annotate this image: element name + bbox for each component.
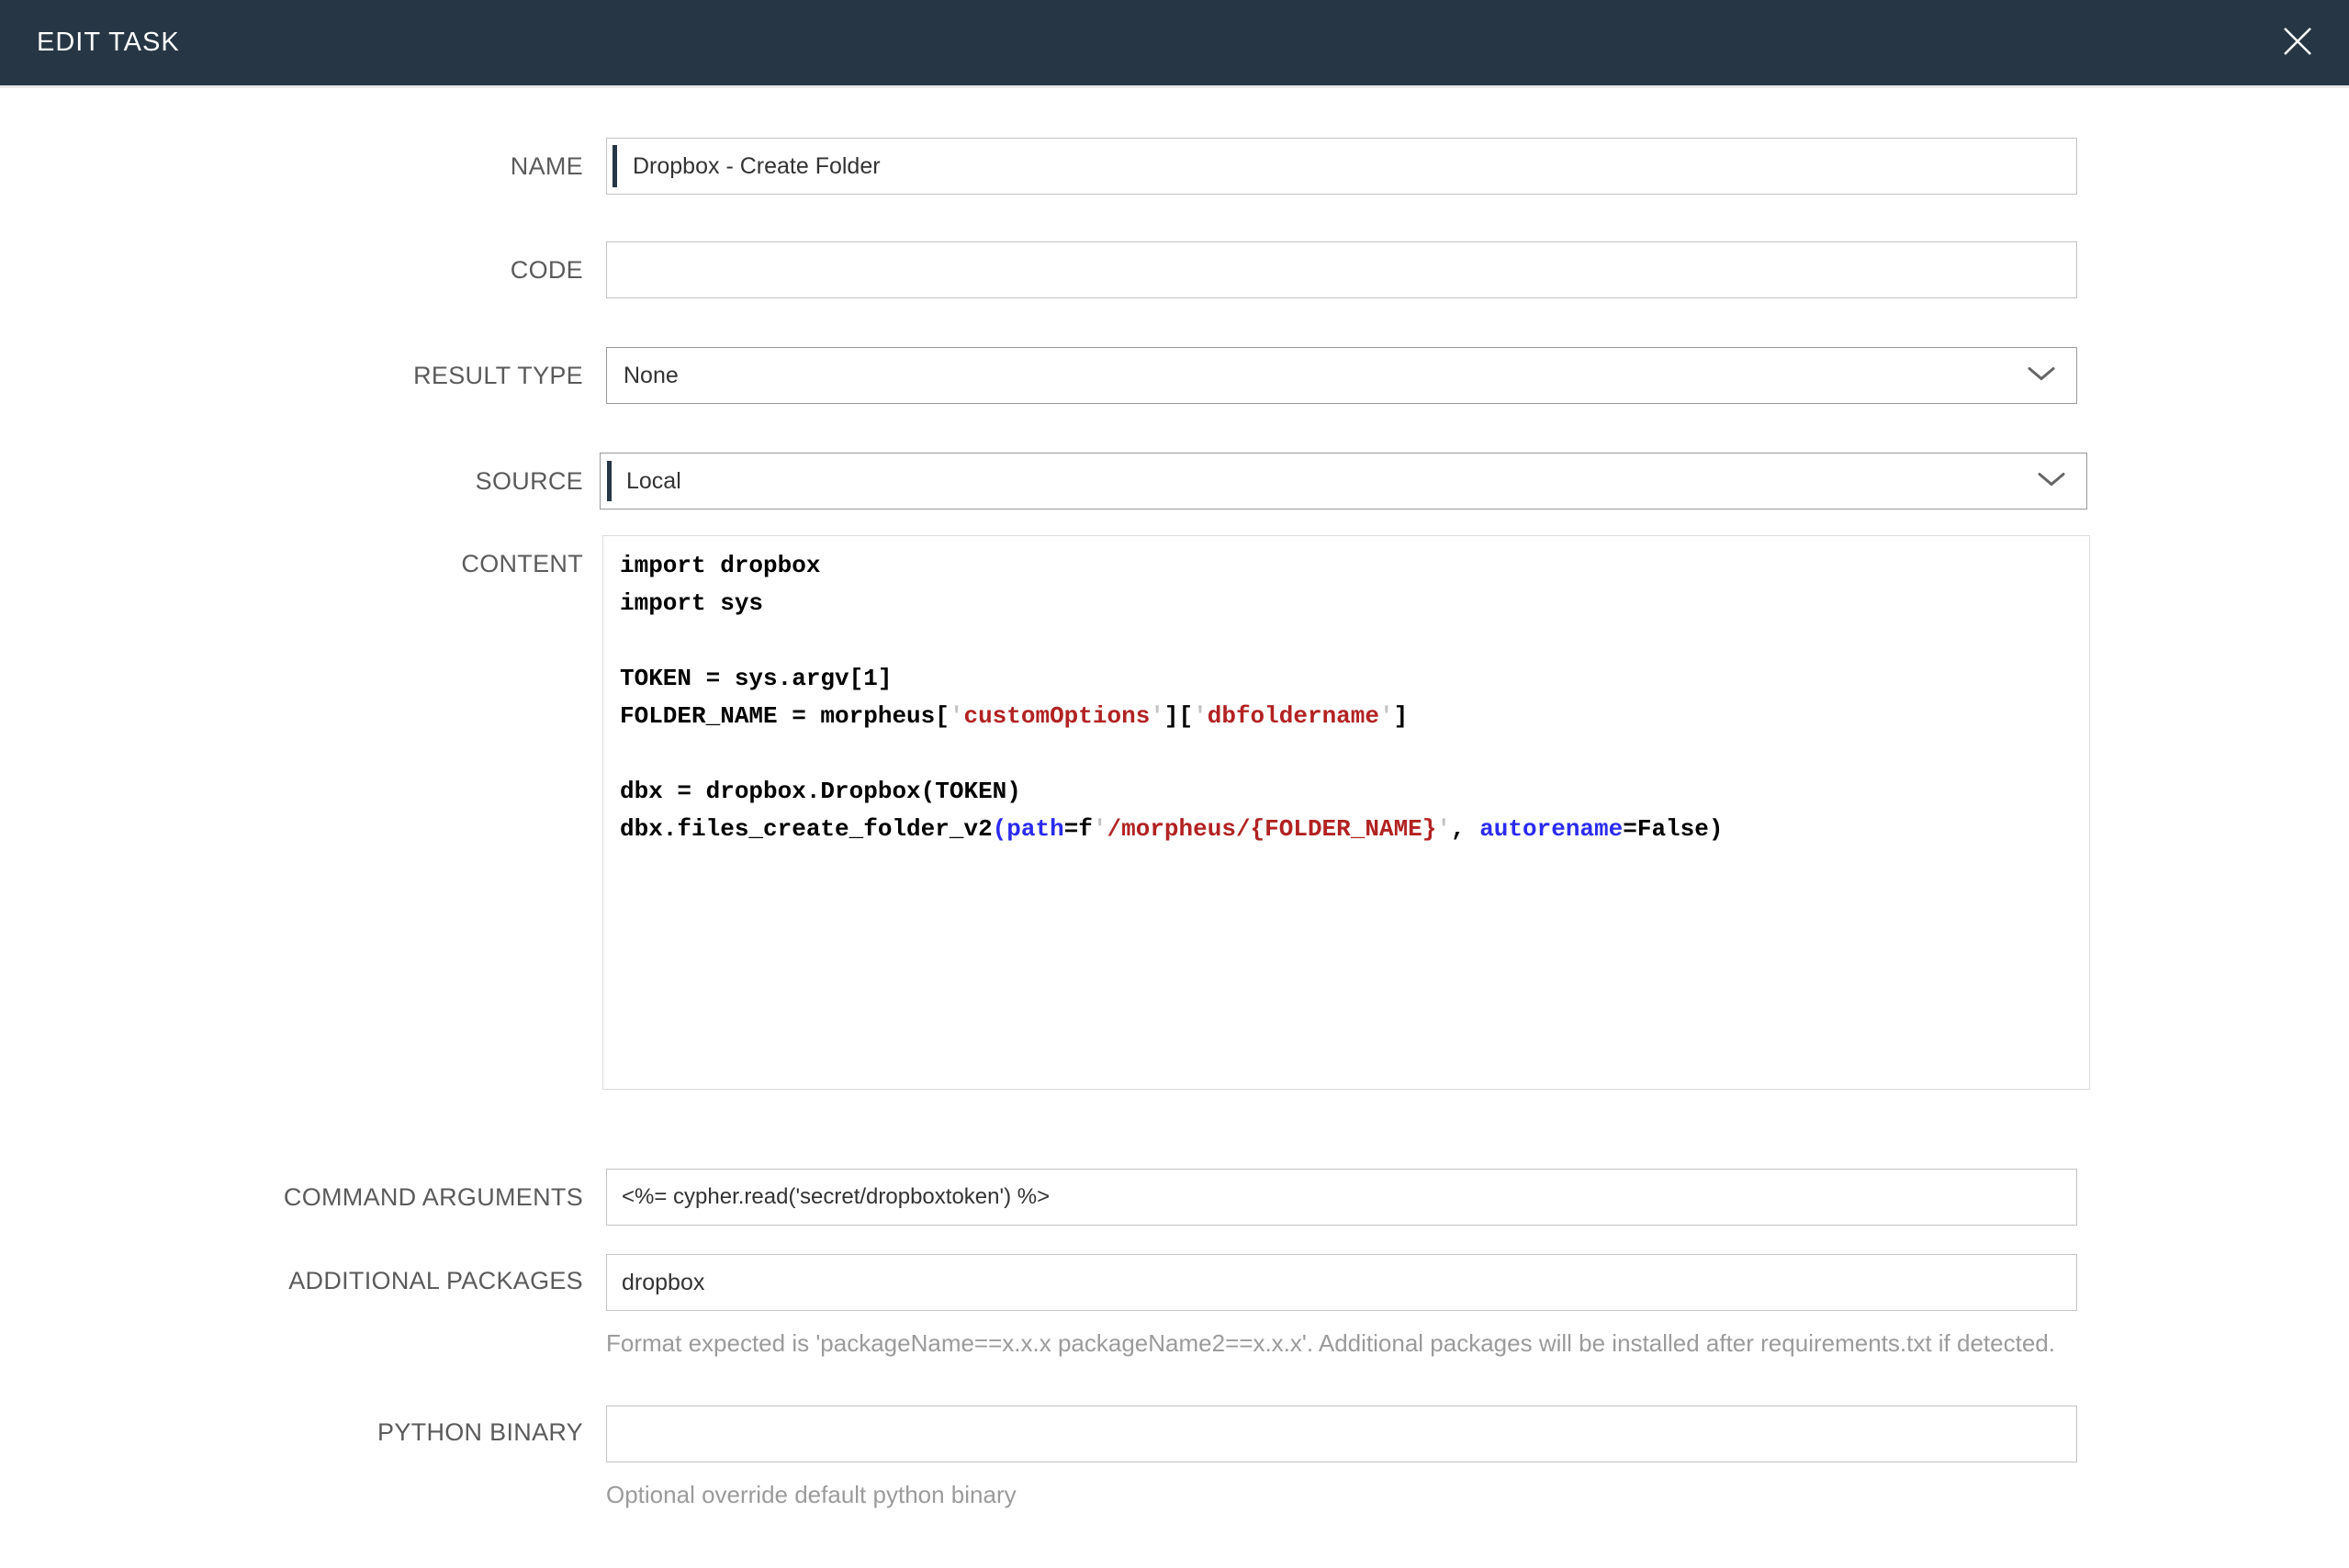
content-row: CONTENT import dropboximport sys TOKEN =… xyxy=(0,535,2349,1090)
code-line: import dropbox xyxy=(620,547,2073,585)
code-input[interactable] xyxy=(606,241,2077,298)
code-line: import sys xyxy=(620,585,2073,622)
content-label: CONTENT xyxy=(0,535,606,578)
result-type-value: None xyxy=(624,363,679,389)
code-line xyxy=(620,735,2073,773)
source-value: Local xyxy=(626,468,681,495)
code-line: FOLDER_NAME = morpheus['customOptions'][… xyxy=(620,698,2073,735)
additional-packages-input[interactable] xyxy=(606,1254,2077,1311)
command-arguments-label: COMMAND ARGUMENTS xyxy=(0,1183,606,1212)
code-line: dbx.files_create_folder_v2(path=f'/morph… xyxy=(620,811,2073,848)
additional-packages-help: Format expected is 'packageName==x.x.x p… xyxy=(606,1325,2077,1361)
source-select[interactable]: Local xyxy=(600,453,2087,510)
name-row: NAME xyxy=(0,138,2349,195)
result-type-row: RESULT TYPE None xyxy=(0,347,2349,404)
edit-task-form: NAME CODE RESULT TYPE None SOURCE Local xyxy=(0,88,2349,1513)
close-icon xyxy=(2280,24,2315,62)
python-binary-help: Optional override default python binary xyxy=(606,1476,2077,1513)
input-caret-bar xyxy=(613,145,617,187)
code-row: CODE xyxy=(0,241,2349,298)
additional-packages-row: ADDITIONAL PACKAGES Format expected is '… xyxy=(0,1254,2349,1361)
content-code-editor[interactable]: import dropboximport sys TOKEN = sys.arg… xyxy=(602,535,2090,1090)
python-binary-input[interactable] xyxy=(606,1406,2077,1462)
name-label: NAME xyxy=(0,152,606,181)
modal-title: EDIT TASK xyxy=(37,28,180,58)
additional-packages-label: ADDITIONAL PACKAGES xyxy=(0,1254,606,1295)
command-arguments-input[interactable] xyxy=(606,1169,2077,1226)
code-line: TOKEN = sys.argv[1] xyxy=(620,660,2073,698)
chevron-down-icon xyxy=(2037,468,2066,495)
python-binary-row: PYTHON BINARY Optional override default … xyxy=(0,1406,2349,1513)
result-type-label: RESULT TYPE xyxy=(0,362,606,390)
source-label: SOURCE xyxy=(0,467,606,496)
command-arguments-row: COMMAND ARGUMENTS xyxy=(0,1169,2349,1226)
name-input[interactable] xyxy=(606,138,2077,195)
code-line: dbx = dropbox.Dropbox(TOKEN) xyxy=(620,773,2073,811)
code-line xyxy=(620,622,2073,660)
python-binary-label: PYTHON BINARY xyxy=(0,1406,606,1447)
source-row: SOURCE Local xyxy=(0,453,2349,510)
select-caret-bar xyxy=(607,461,612,501)
code-label: CODE xyxy=(0,256,606,285)
result-type-select[interactable]: None xyxy=(606,347,2077,404)
modal-header: EDIT TASK xyxy=(0,0,2349,88)
chevron-down-icon xyxy=(2027,363,2056,389)
close-button[interactable] xyxy=(2272,17,2323,69)
